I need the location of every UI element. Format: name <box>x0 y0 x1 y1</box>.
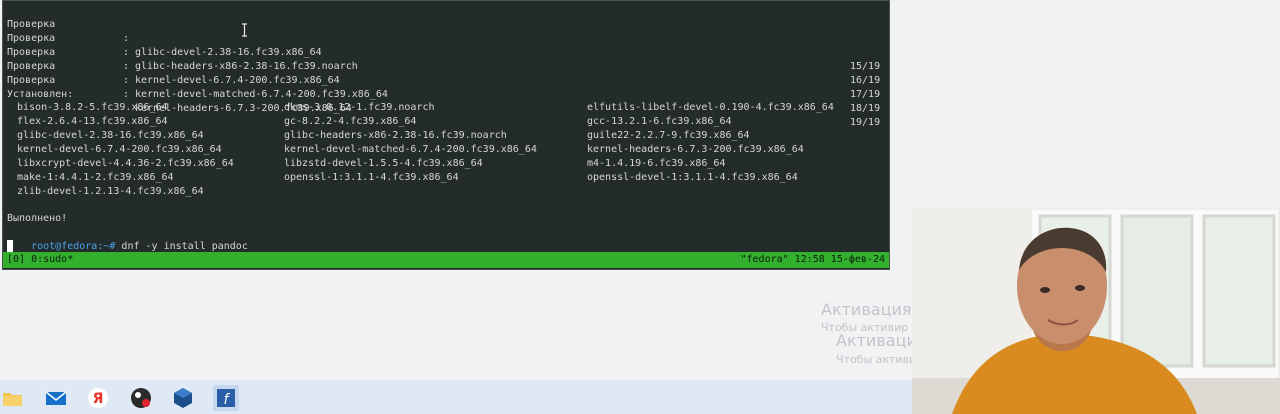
prompt-user: root@fedora <box>31 241 98 252</box>
command-line[interactable]: root@fedora:~# dnf -y install pandoc <box>7 226 248 252</box>
installed-package: guile22-2.2.7-9.fc39.x86_64 <box>587 130 750 141</box>
check-package: kernel-devel-6.7.4-200.fc39.x86_64 <box>135 75 340 86</box>
installed-package: glibc-headers-x86-2.38-16.fc39.noarch <box>284 130 507 141</box>
installed-package: libxcrypt-devel-4.4.36-2.fc39.x86_64 <box>17 158 234 169</box>
webcam-overlay <box>912 208 1280 414</box>
installed-package: openssl-devel-1:3.1.1-4.fc39.x86_64 <box>587 172 798 183</box>
installed-package: kernel-headers-6.7.3-200.fc39.x86_64 <box>587 144 804 155</box>
check-count: 18/19 <box>850 103 881 114</box>
installed-package: gcc-13.2.1-6.fc39.x86_64 <box>587 116 732 127</box>
installed-package: kernel-devel-6.7.4-200.fc39.x86_64 <box>17 144 222 155</box>
check-count: 17/19 <box>850 89 881 100</box>
installed-heading: Установлен: <box>7 89 74 100</box>
installed-package: m4-1.4.19-6.fc39.x86_64 <box>587 158 726 169</box>
installed-package: flex-2.6.4-13.fc39.x86_64 <box>17 116 168 127</box>
command-text: dnf -y install pandoc <box>121 241 248 252</box>
terminal-window[interactable]: Проверка : glibc-devel-2.38-16.fc39.x86_… <box>2 0 890 270</box>
folder-icon[interactable] <box>0 385 26 411</box>
check-colon: : <box>123 89 130 100</box>
tmux-window-list[interactable]: [0] 0:sudo* <box>7 252 73 268</box>
check-label: Проверка <box>7 75 56 86</box>
installed-package: dkms-3.0.12-1.fc39.noarch <box>284 102 435 113</box>
check-row: Проверка : kernel-devel-6.7.4-200.fc39.x… <box>7 32 887 100</box>
installed-package: openssl-1:3.1.1-4.fc39.x86_64 <box>284 172 459 183</box>
installed-package: make-1:4.4.1-2.fc39.x86_64 <box>17 172 174 183</box>
fedora-terminal-icon[interactable]: f <box>213 385 239 411</box>
check-count: 19/19 <box>850 117 881 128</box>
check-row: Проверка : glibc-headers-x86-2.38-16.fc3… <box>7 18 887 86</box>
text-cursor <box>7 240 13 252</box>
yandex-icon[interactable]: Я <box>85 385 111 411</box>
installed-package: bison-3.8.2-5.fc39.x86_64 <box>17 102 168 113</box>
tmux-status-bar: [0] 0:sudo* "fedora" 12:58 15-фев-24 <box>3 252 889 268</box>
virtualbox-icon[interactable] <box>170 385 196 411</box>
check-row: Проверка : kernel-headers-6.7.3-200.fc39… <box>7 60 887 128</box>
check-row: Проверка : glibc-devel-2.38-16.fc39.x86_… <box>7 4 887 72</box>
installed-package: kernel-devel-matched-6.7.4-200.fc39.x86_… <box>284 144 537 155</box>
done-message: Выполнено! <box>7 213 68 224</box>
check-package: kernel-devel-matched-6.7.4-200.fc39.x86_… <box>135 89 388 100</box>
check-row: Проверка : kernel-devel-matched-6.7.4-20… <box>7 46 887 114</box>
installed-package: zlib-devel-1.2.13-4.fc39.x86_64 <box>17 186 204 197</box>
check-count: 16/19 <box>850 75 881 86</box>
tmux-status-info: "fedora" 12:58 15-фев-24 <box>740 254 886 265</box>
ibeam-cursor-icon <box>242 23 247 37</box>
obs-icon[interactable] <box>128 385 154 411</box>
installed-package: glibc-devel-2.38-16.fc39.x86_64 <box>17 130 204 141</box>
webcam-person-image <box>912 208 1280 414</box>
prompt-path: :~# <box>97 241 116 252</box>
installed-package: gc-8.2.2-4.fc39.x86_64 <box>284 116 417 127</box>
installed-package: libzstd-devel-1.5.5-4.fc39.x86_64 <box>284 158 483 169</box>
mail-icon[interactable] <box>43 385 69 411</box>
svg-text:Я: Я <box>93 391 104 407</box>
check-colon: : <box>123 75 130 86</box>
installed-package: elfutils-libelf-devel-0.190-4.fc39.x86_6… <box>587 102 834 113</box>
